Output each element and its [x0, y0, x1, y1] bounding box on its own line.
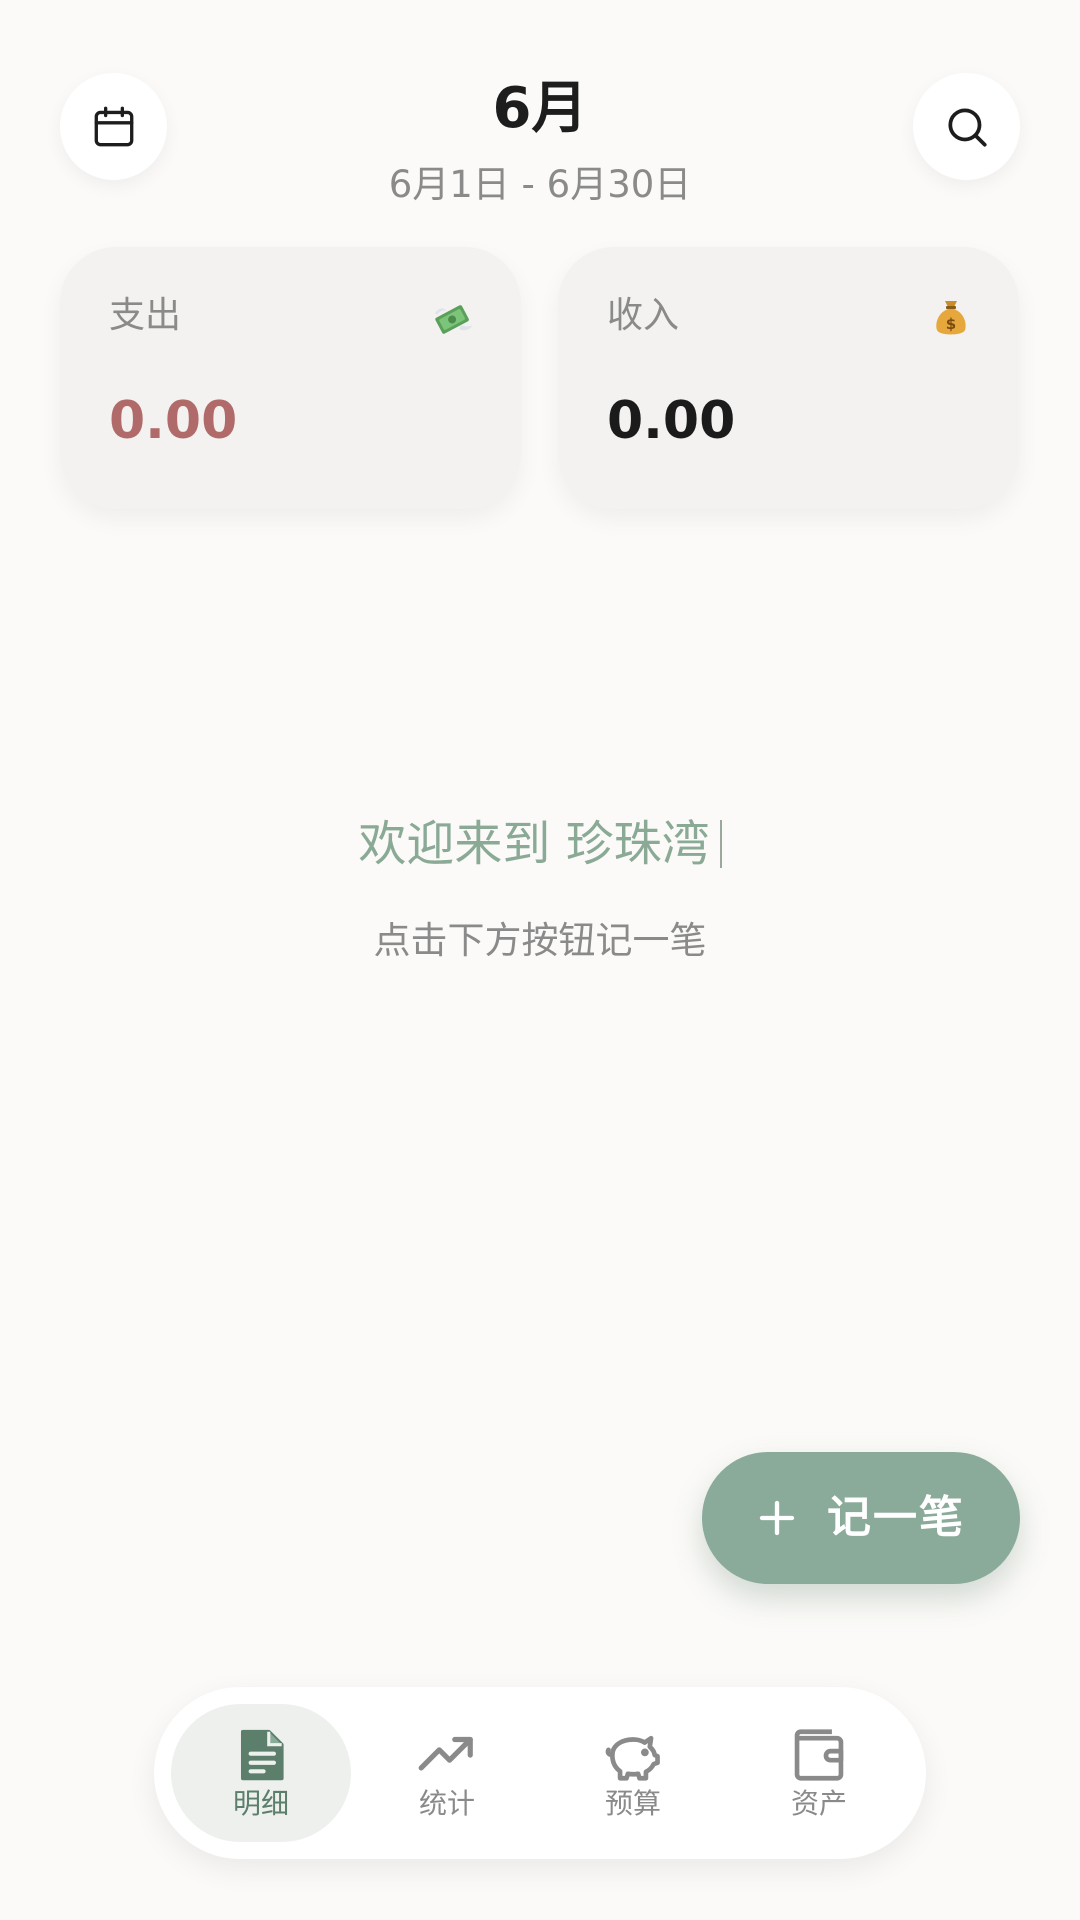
expense-label: 支出: [109, 295, 182, 336]
bottom-nav: 明细 统计 预算 资产: [154, 1687, 926, 1859]
trend-up-icon: [418, 1736, 473, 1771]
plus-icon: [759, 1500, 795, 1536]
income-card[interactable]: 收入 $ 0.00: [558, 247, 1019, 509]
wallet-icon: [794, 1729, 844, 1781]
nav-item-details[interactable]: 明细: [171, 1704, 351, 1842]
typing-caret: [719, 820, 722, 868]
search-button[interactable]: [913, 73, 1020, 180]
money-bag-icon: $: [936, 301, 966, 335]
date-range: 6月1日 - 6月30日: [388, 163, 692, 206]
flying-money-icon: [435, 305, 473, 334]
add-record-label: 记一笔: [827, 1492, 965, 1543]
expense-value: 0.00: [109, 391, 238, 451]
nav-label-assets: 资产: [790, 1787, 847, 1820]
nav-item-stats[interactable]: 统计: [357, 1704, 537, 1842]
nav-item-assets[interactable]: 资产: [729, 1704, 909, 1842]
piggy-bank-icon: [605, 1735, 660, 1781]
document-icon: [240, 1729, 284, 1781]
welcome-text: 欢迎来到 珍珠湾: [358, 816, 710, 872]
nav-label-budget: 预算: [604, 1787, 661, 1820]
svg-text:$: $: [946, 315, 956, 333]
empty-hint: 点击下方按钮记一笔: [373, 919, 707, 962]
nav-label-details: 明细: [232, 1787, 289, 1820]
expense-card[interactable]: 支出 0.00: [60, 247, 521, 509]
add-record-button[interactable]: 记一笔: [702, 1452, 1020, 1584]
income-value: 0.00: [607, 391, 736, 451]
nav-label-stats: 统计: [418, 1787, 475, 1820]
welcome-message: 欢迎来到 珍珠湾: [0, 810, 1080, 878]
search-icon: [947, 107, 987, 147]
nav-item-budget[interactable]: 预算: [543, 1704, 723, 1842]
ledger-screen: 6月 6月1日 - 6月30日 支出 0.00 收入 $ 0.00 欢迎来到 珍…: [0, 0, 1080, 1920]
income-label: 收入: [607, 295, 680, 336]
